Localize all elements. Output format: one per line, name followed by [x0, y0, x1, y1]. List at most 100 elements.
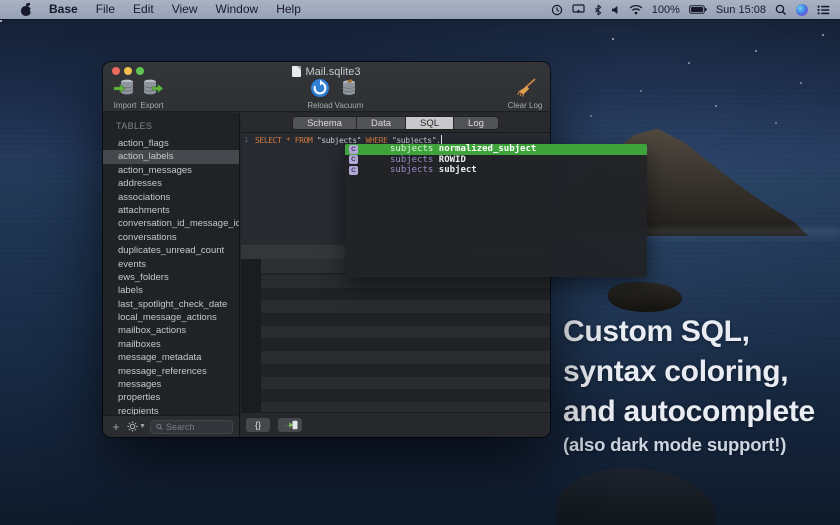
volume-icon[interactable]: [611, 5, 620, 15]
bluetooth-icon[interactable]: [594, 4, 602, 16]
sidebar-item[interactable]: action_flags: [103, 137, 239, 150]
menu-item[interactable]: File: [87, 0, 124, 19]
sidebar-item[interactable]: last_spotlight_check_date: [103, 298, 239, 311]
sidebar-bottom-bar: + ▼: [103, 415, 240, 437]
sidebar-item[interactable]: addresses: [103, 177, 239, 190]
sidebar-item[interactable]: message_references: [103, 365, 239, 378]
results-table[interactable]: [241, 259, 550, 417]
menu-clock[interactable]: Sun 15:08: [716, 4, 766, 16]
menu-item[interactable]: Edit: [124, 0, 163, 19]
arrow-to-document-icon: [282, 420, 298, 430]
sidebar-item[interactable]: messages: [103, 378, 239, 391]
sidebar-item[interactable]: associations: [103, 191, 239, 204]
table-row[interactable]: [261, 389, 550, 402]
vacuum-label: Vacuum: [334, 101, 364, 110]
window-title-row: Mail.sqlite3: [103, 65, 550, 78]
add-table-button[interactable]: +: [109, 421, 123, 433]
sql-token: FROM: [294, 136, 313, 145]
table-row[interactable]: [261, 325, 550, 339]
results-row-gutter: [241, 259, 261, 417]
sidebar-item[interactable]: conversation_id_message_id: [103, 217, 239, 230]
tab[interactable]: SQL: [406, 116, 455, 129]
table-row[interactable]: [261, 364, 550, 377]
time-machine-icon[interactable]: [551, 4, 563, 16]
broom-icon: [503, 78, 547, 100]
autocomplete-row[interactable]: C subjects normalized_subject: [345, 144, 647, 155]
editor-status-bar: {}: [241, 412, 550, 437]
sidebar-item[interactable]: mailbox_actions: [103, 324, 239, 337]
menu-item[interactable]: Base: [40, 0, 87, 19]
table-row[interactable]: [261, 338, 550, 351]
menu-bar-left: Base File Edit View Window Help: [0, 0, 310, 19]
sidebar-item[interactable]: action_labels: [103, 150, 239, 164]
export-button[interactable]: Export: [130, 78, 174, 110]
column-symbol-icon: C: [349, 144, 358, 154]
battery-icon[interactable]: [689, 5, 707, 14]
results-header-cell: [261, 259, 351, 273]
sidebar-item[interactable]: events: [103, 258, 239, 271]
search-icon: [156, 423, 163, 430]
tab[interactable]: Log: [454, 116, 498, 129]
tab-segments: Schema Data SQL Log: [292, 115, 499, 130]
export-label: Export: [140, 101, 164, 110]
clear-log-button[interactable]: Clear Log: [503, 78, 547, 110]
sidebar-item[interactable]: action_messages: [103, 164, 239, 177]
autocomplete-popover: C subjects normalized_subject C subjects…: [345, 144, 647, 277]
table-row[interactable]: [261, 376, 550, 390]
tab[interactable]: Schema: [293, 116, 357, 129]
caption-line-2: syntax coloring,: [563, 355, 789, 388]
menu-item[interactable]: Window: [207, 0, 268, 19]
table-row[interactable]: [261, 300, 550, 314]
table-row[interactable]: [261, 313, 550, 326]
column-symbol-icon: C: [349, 155, 358, 165]
autocomplete-row[interactable]: C subjects ROWID: [345, 155, 647, 166]
sidebar-item[interactable]: attachments: [103, 204, 239, 217]
caption-line-1: Custom SQL,: [563, 315, 750, 348]
marketing-caption: Custom SQL, syntax coloring, and autocom…: [563, 312, 815, 456]
text-cursor: [440, 135, 442, 144]
siri-icon[interactable]: [796, 3, 808, 16]
sidebar-header: TABLES: [116, 121, 153, 131]
sidebar-item[interactable]: mailboxes: [103, 338, 239, 351]
sidebar-item[interactable]: properties: [103, 391, 239, 404]
apple-menu-icon[interactable]: [20, 3, 35, 16]
format-sql-button[interactable]: {}: [246, 418, 270, 432]
sidebar-item[interactable]: recipients: [103, 405, 239, 415]
sidebar-item[interactable]: duplicates_unread_count: [103, 244, 239, 257]
document-icon: [292, 66, 302, 77]
search-input[interactable]: [165, 421, 227, 432]
actions-menu-button[interactable]: ▼: [127, 421, 146, 432]
spotlight-icon[interactable]: [775, 4, 787, 16]
chevron-down-icon: ▼: [139, 423, 146, 430]
gear-icon: [127, 421, 138, 432]
menu-item[interactable]: View: [163, 0, 207, 19]
export-results-button[interactable]: [278, 418, 302, 432]
autocomplete-text: subjects normalized_subject: [390, 144, 537, 155]
tab-strip: Schema Data SQL Log: [241, 113, 550, 133]
sidebar-item[interactable]: ews_folders: [103, 271, 239, 284]
sidebar-item[interactable]: message_metadata: [103, 351, 239, 364]
vacuum-database-icon: [327, 78, 371, 100]
title-bar[interactable]: Mail.sqlite3 Import Export Reload Vacuum…: [103, 62, 550, 112]
vacuum-button[interactable]: Vacuum: [327, 78, 371, 110]
sidebar-item[interactable]: local_message_actions: [103, 311, 239, 324]
autocomplete-text: subjects ROWID: [390, 154, 466, 165]
table-row[interactable]: [261, 288, 550, 301]
menu-item[interactable]: Help: [267, 0, 310, 19]
search-field[interactable]: [149, 419, 233, 434]
line-number: 1: [244, 136, 249, 144]
sidebar-item[interactable]: labels: [103, 284, 239, 297]
menu-bar-status: 100% Sun 15:08: [551, 3, 840, 16]
wifi-icon[interactable]: [629, 4, 643, 15]
table-row[interactable]: [261, 351, 550, 364]
sidebar-item[interactable]: conversations: [103, 231, 239, 244]
battery-percent: 100%: [651, 3, 680, 16]
table-list: action_flags action_labels action_messag…: [103, 137, 239, 415]
display-icon[interactable]: [572, 4, 585, 15]
autocomplete-row[interactable]: C subjects subject: [345, 165, 647, 176]
column-symbol-icon: C: [349, 165, 358, 175]
notification-center-icon[interactable]: [817, 5, 830, 15]
tab[interactable]: Data: [356, 116, 407, 129]
caption-line-4: (also dark mode support!): [563, 434, 787, 455]
window-title: Mail.sqlite3: [305, 65, 361, 78]
